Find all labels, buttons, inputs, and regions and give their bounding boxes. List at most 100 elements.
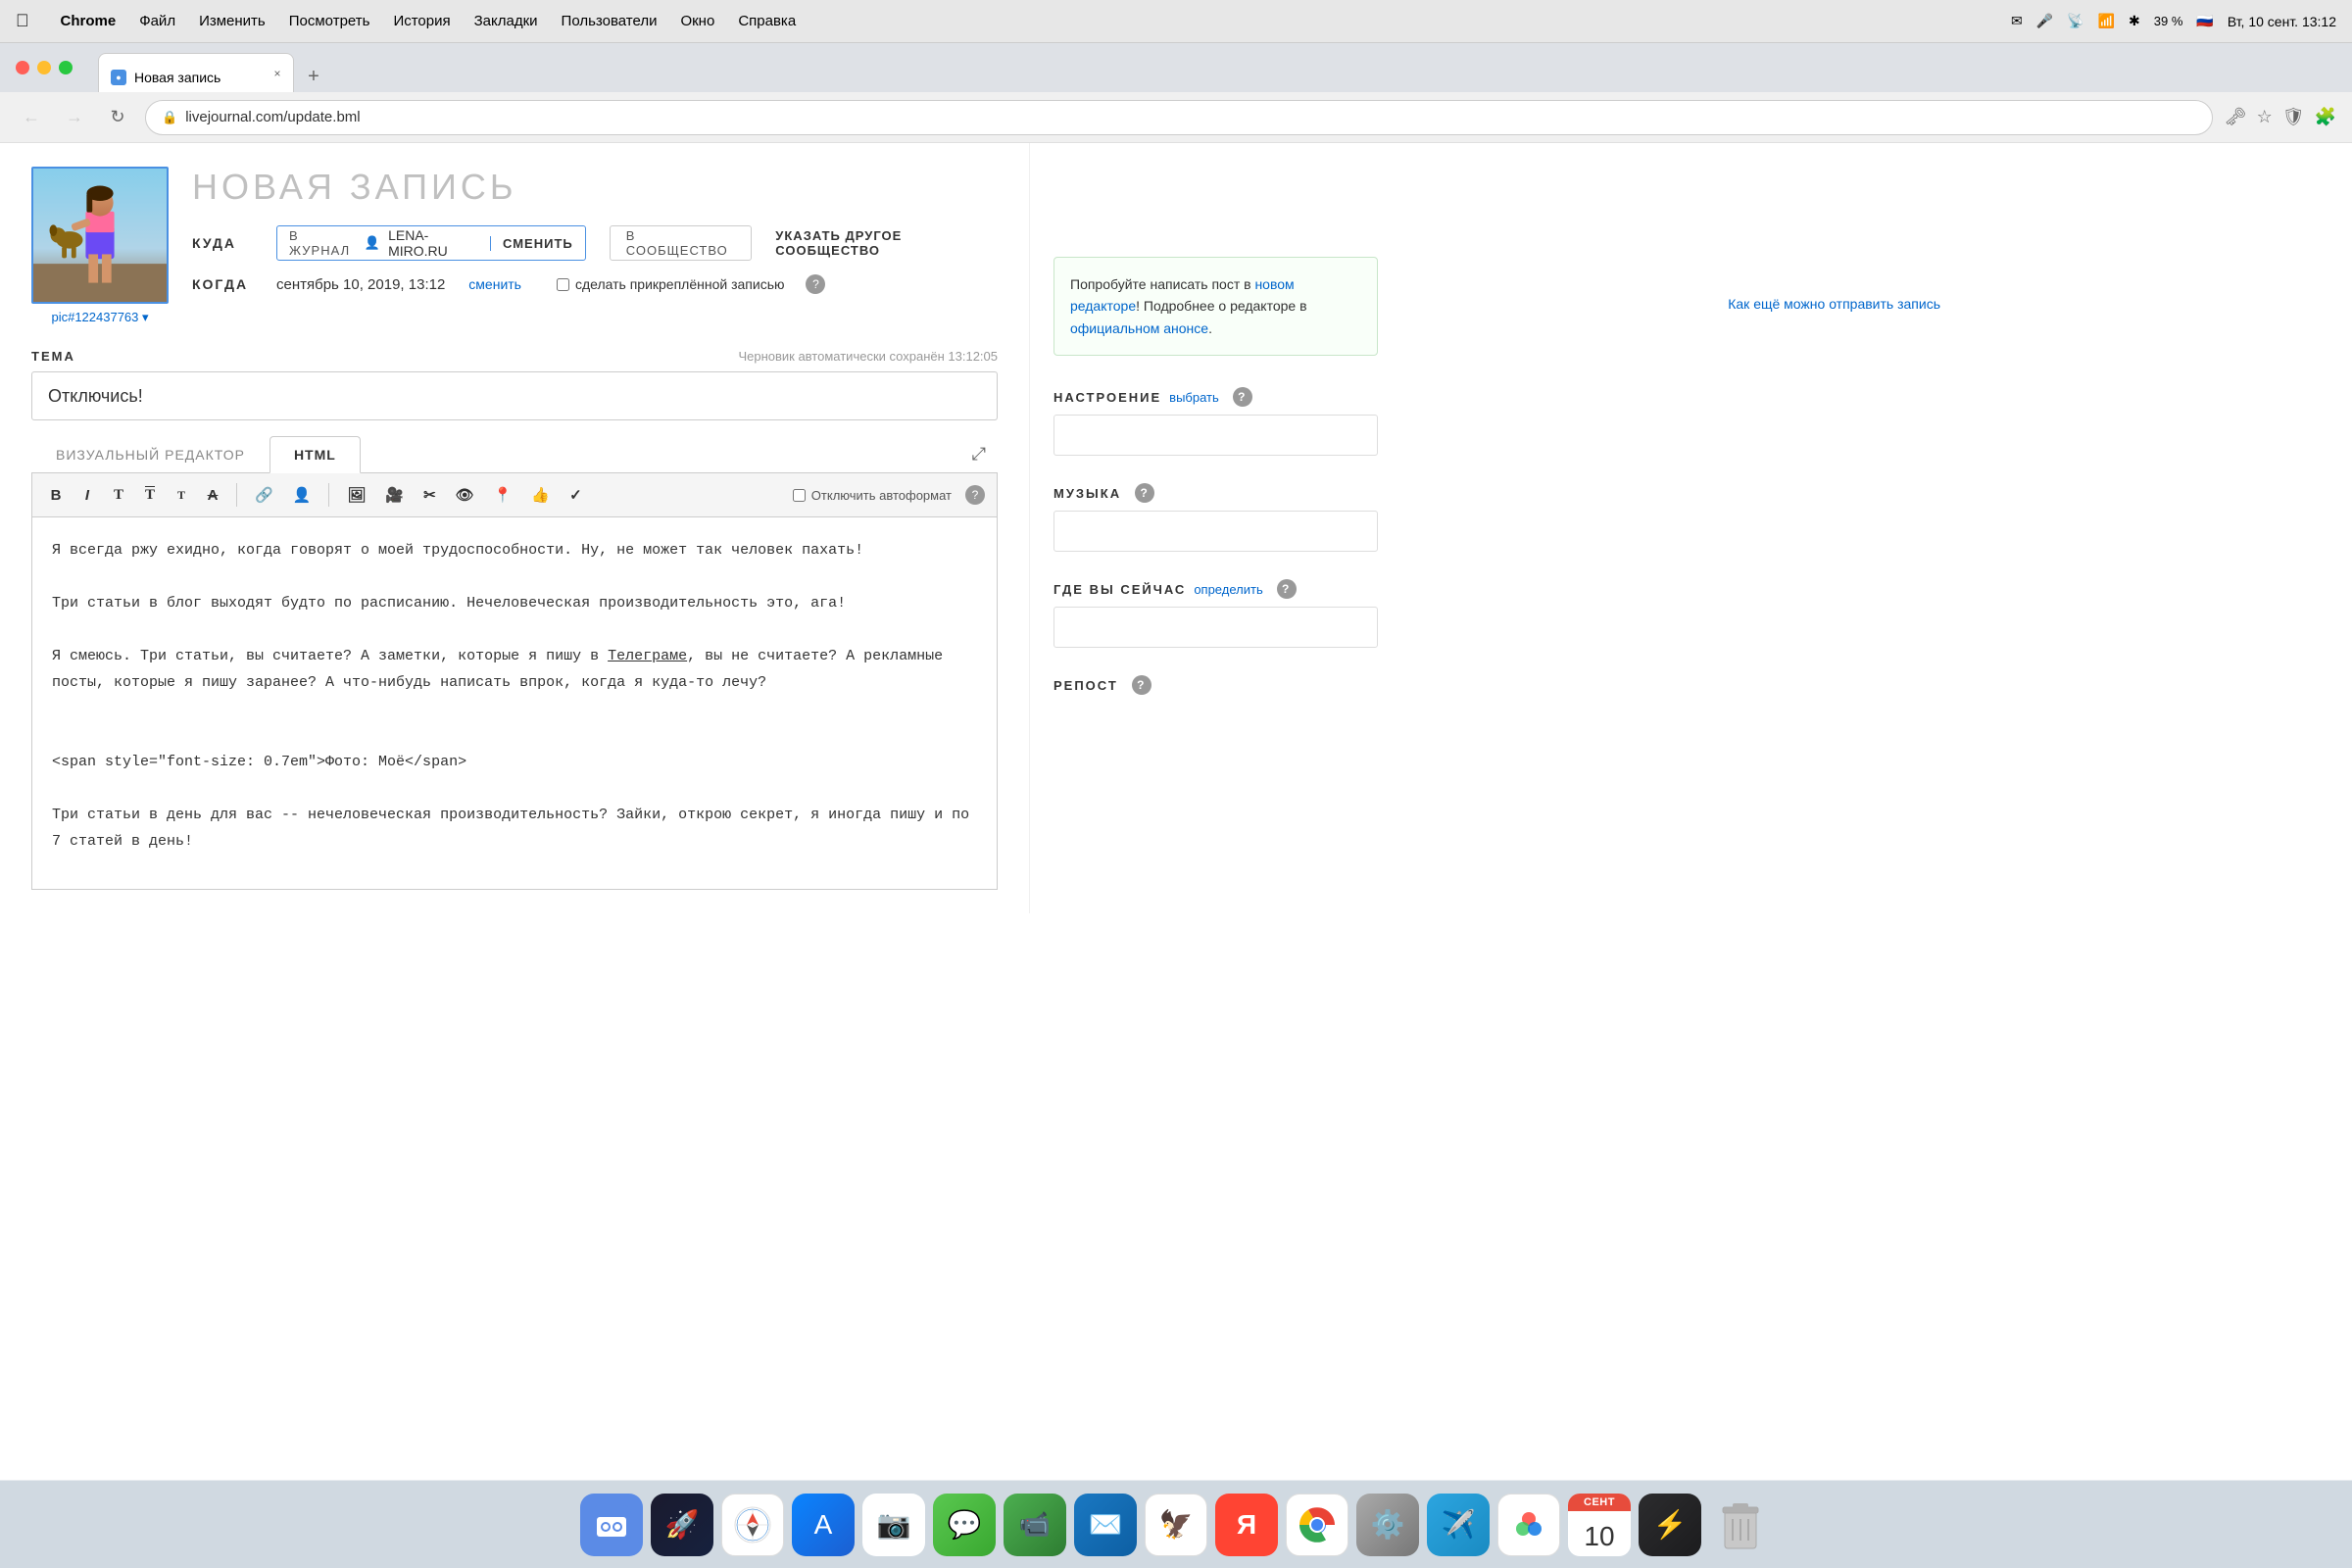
tema-input[interactable] — [31, 371, 998, 420]
tab-visual-editor[interactable]: ВИЗУАЛЬНЫЙ РЕДАКТОР — [31, 436, 270, 472]
bookmark-star-icon[interactable]: ☆ — [2257, 107, 2273, 127]
text-btn-1[interactable]: T — [107, 481, 130, 509]
nastroenie-help-icon[interactable]: ? — [1233, 387, 1252, 407]
link-btn[interactable]: 🔗 — [249, 481, 279, 509]
forward-btn[interactable]: → — [59, 102, 90, 133]
editor-body[interactable]: Я всегда ржу ехидно, когда говорят о мое… — [31, 517, 998, 890]
flag-icon[interactable]: 🇷🇺 — [2196, 13, 2213, 29]
menu-edit[interactable]: Изменить — [199, 13, 266, 29]
kuda-community-btn[interactable]: В СООБЩЕСТВО — [610, 225, 753, 261]
pinned-checkbox[interactable] — [557, 278, 569, 291]
like-btn[interactable]: 👍 — [525, 481, 556, 509]
dock-trash[interactable] — [1709, 1494, 1772, 1556]
tab-html-editor[interactable]: HTML — [270, 436, 361, 473]
editor-content[interactable]: Я всегда ржу ехидно, когда говорят о мое… — [52, 537, 977, 855]
dock-appstore[interactable]: A — [792, 1494, 855, 1556]
menu-file[interactable]: Файл — [139, 13, 175, 29]
menu-help[interactable]: Справка — [738, 13, 796, 29]
how-to-send-link[interactable]: Как ещё можно отправить запись — [1728, 296, 1940, 312]
extension-icon[interactable]: 🧩 — [2315, 107, 2336, 127]
toolbar-separator-2 — [328, 483, 329, 507]
dock-telegram[interactable]: ✈️ — [1427, 1494, 1490, 1556]
window-controls[interactable] — [16, 61, 73, 74]
key-icon[interactable]: 🗝 — [2225, 107, 2247, 127]
dock-safari[interactable] — [721, 1494, 784, 1556]
location-btn[interactable]: 📍 — [488, 481, 518, 509]
kuda-specify-btn[interactable]: УКАЗАТЬ ДРУГОЕ СООБЩЕСТВО — [775, 228, 998, 258]
dock-system-prefs[interactable]: ⚙️ — [1356, 1494, 1419, 1556]
kuda-user-icon: 👤 — [365, 235, 380, 251]
avatar-label[interactable]: pic#122437763 ▾ — [51, 310, 148, 325]
gde-title: ГДЕ ВЫ СЕЙЧАС — [1054, 582, 1186, 597]
menu-history[interactable]: История — [393, 13, 450, 29]
dock-quicktime[interactable]: ⚡ — [1639, 1494, 1701, 1556]
cast-icon[interactable]: 📡 — [2067, 13, 2083, 29]
official-announce-link[interactable]: официальном анонсе — [1070, 320, 1208, 336]
apple-menu[interactable]:  — [16, 11, 29, 31]
gde-input[interactable] — [1054, 607, 1378, 648]
menu-bookmarks[interactable]: Закладки — [474, 13, 538, 29]
minimize-window-btn[interactable] — [37, 61, 51, 74]
datetime-display: Вт, 10 сент. 13:12 — [2228, 14, 2336, 29]
muzyka-input[interactable] — [1054, 511, 1378, 552]
nastroenie-input[interactable] — [1054, 415, 1378, 456]
image-btn[interactable]: 🖼 — [341, 481, 371, 509]
dock-launchpad[interactable]: 🚀 — [651, 1494, 713, 1556]
dock: 🚀 A 📷 💬 📹 ✉️ 🦅 Я ⚙️ ✈️ — [0, 1480, 2352, 1568]
dock-colors[interactable] — [1497, 1494, 1560, 1556]
autoformat-help-icon[interactable]: ? — [965, 485, 985, 505]
text-btn-3[interactable]: T — [170, 481, 193, 509]
dock-facetime[interactable]: 📹 — [1004, 1494, 1066, 1556]
repost-title: РЕПОСТ — [1054, 678, 1118, 693]
refresh-btn[interactable]: ↻ — [102, 102, 133, 133]
italic-btn[interactable]: I — [75, 481, 99, 509]
repost-help-icon[interactable]: ? — [1132, 675, 1152, 695]
avatar-box[interactable] — [31, 167, 169, 304]
kogda-help-icon[interactable]: ? — [806, 274, 825, 294]
text-btn-2[interactable]: T — [138, 481, 162, 509]
gde-action-btn[interactable]: определить — [1194, 582, 1262, 597]
shield-icon[interactable]: 🛡 — [2282, 107, 2305, 127]
mic-icon[interactable]: 🎤 — [2036, 13, 2053, 29]
mention-btn[interactable]: 👤 — [287, 481, 318, 509]
dock-messages[interactable]: 💬 — [933, 1494, 996, 1556]
video-btn[interactable]: 🎥 — [379, 481, 410, 509]
dock-finder[interactable] — [580, 1494, 643, 1556]
muzyka-help-icon[interactable]: ? — [1135, 483, 1154, 503]
bluetooth-icon[interactable]: ✱ — [2129, 13, 2140, 29]
maximize-window-btn[interactable] — [59, 61, 73, 74]
back-btn[interactable]: ← — [16, 102, 47, 133]
toolbar-separator-1 — [236, 483, 237, 507]
bold-btn[interactable]: B — [44, 481, 68, 509]
preview-btn[interactable]: 👁 — [450, 481, 480, 509]
tab-close-btn[interactable]: × — [270, 66, 285, 81]
wifi-icon[interactable]: 📶 — [2098, 13, 2115, 29]
dock-mail[interactable]: ✉️ — [1074, 1494, 1137, 1556]
kuda-change-btn[interactable]: СМЕНИТЬ — [490, 236, 573, 251]
dock-photos[interactable]: 📷 — [862, 1494, 925, 1556]
menu-users[interactable]: Пользователи — [562, 13, 658, 29]
active-tab[interactable]: ● Новая запись × — [98, 53, 294, 92]
menu-view[interactable]: Посмотреть — [289, 13, 370, 29]
url-bar[interactable]: 🔒 livejournal.com/update.bml — [145, 100, 2213, 135]
mail-icon[interactable]: ✉ — [2011, 13, 2023, 29]
new-tab-btn[interactable]: + — [298, 61, 329, 92]
kogda-label: КОГДА — [192, 276, 261, 292]
poll-btn[interactable]: ✓ — [564, 481, 588, 509]
editor-section: ВИЗУАЛЬНЫЙ РЕДАКТОР HTML ⤢ B I T T T A 🔗… — [31, 436, 998, 890]
dock-twitter[interactable]: 🦅 — [1145, 1494, 1207, 1556]
dock-yandex[interactable]: Я — [1215, 1494, 1278, 1556]
menu-chrome[interactable]: Chrome — [61, 13, 117, 29]
cut-btn[interactable]: ✂ — [417, 481, 442, 509]
menu-window[interactable]: Окно — [680, 13, 714, 29]
expand-editor-btn[interactable]: ⤢ — [960, 436, 998, 472]
dock-calendar[interactable]: СЕНТ 10 — [1568, 1494, 1631, 1556]
kogda-change-btn[interactable]: сменить — [468, 276, 521, 292]
close-window-btn[interactable] — [16, 61, 29, 74]
autoformat-checkbox[interactable] — [793, 489, 806, 502]
dock-chrome[interactable] — [1286, 1494, 1348, 1556]
gde-help-icon[interactable]: ? — [1277, 579, 1297, 599]
address-bar-actions: 🗝 ☆ 🛡 🧩 — [2225, 107, 2336, 127]
nastroenie-action-btn[interactable]: выбрать — [1169, 390, 1219, 405]
strikethrough-btn[interactable]: A — [201, 481, 224, 509]
